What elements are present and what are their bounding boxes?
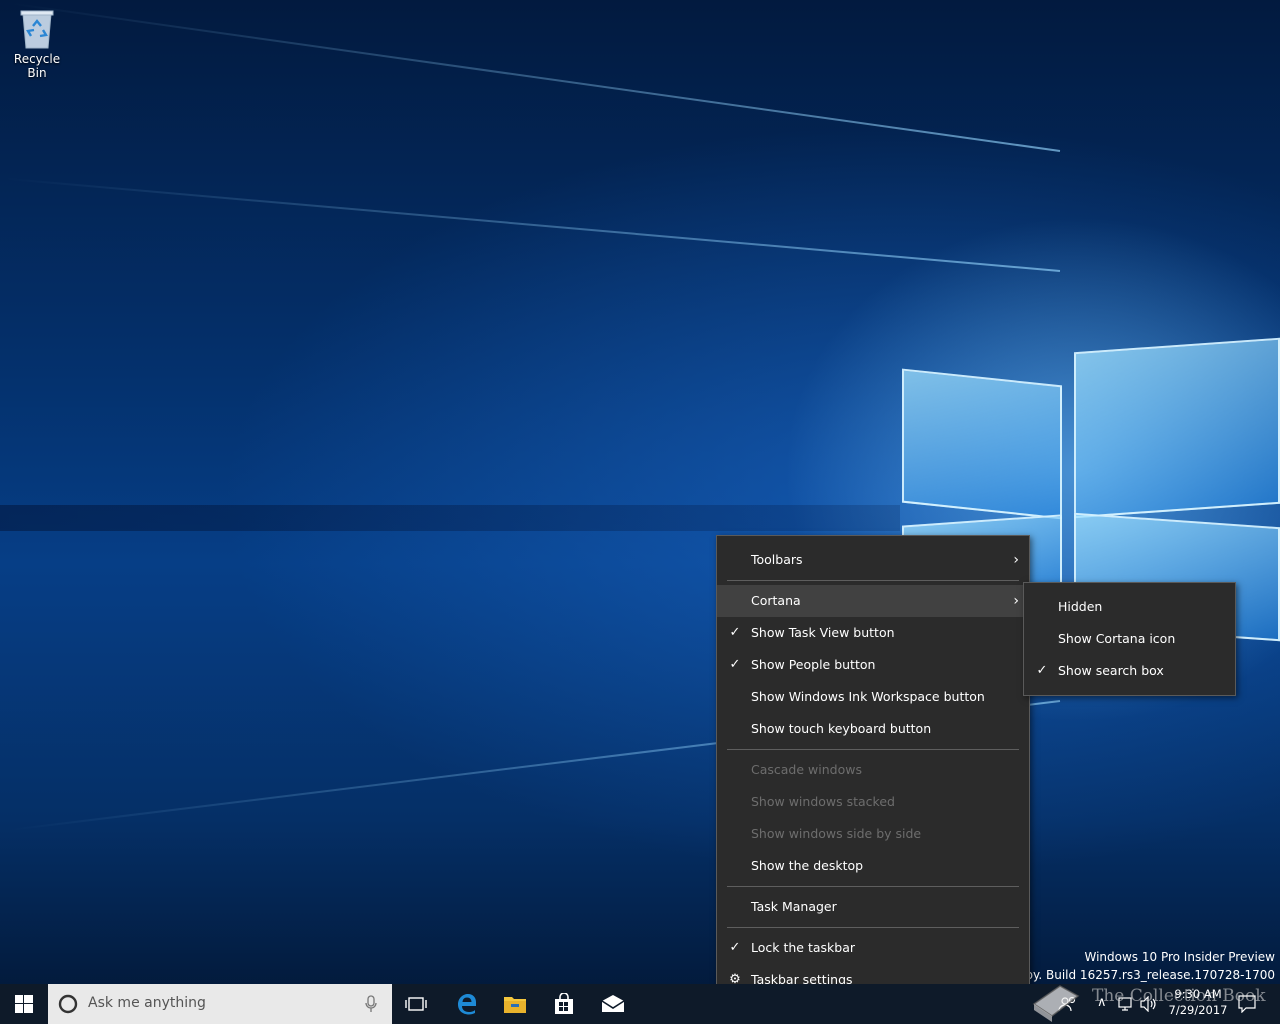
store-bag-icon: [555, 993, 573, 1014]
start-button[interactable]: [0, 984, 48, 1024]
checkmark-icon: ✓: [729, 625, 741, 640]
menu-item-label: Show touch keyboard button: [751, 721, 932, 736]
menu-item-show-ink-workspace-button[interactable]: Show Windows Ink Workspace button: [717, 681, 1029, 713]
cortana-icon: [58, 994, 78, 1014]
submenu-item-label: Show search box: [1058, 663, 1164, 678]
menu-item-label: Show Windows Ink Workspace button: [751, 689, 985, 704]
checkmark-icon: ✓: [729, 940, 741, 955]
taskbar-clock[interactable]: 9:30 AM 7/29/2017: [1160, 986, 1236, 1018]
task-view-icon: [405, 997, 427, 1011]
recycle-bin-icon: [19, 8, 55, 49]
menu-item-label: Show windows side by side: [751, 826, 922, 841]
checkmark-icon: ✓: [729, 657, 741, 672]
folder-icon: [504, 997, 526, 1013]
mail-button[interactable]: [589, 984, 637, 1024]
build-watermark-line1: Windows 10 Pro Insider Preview: [1084, 950, 1275, 964]
menu-separator: [727, 580, 1019, 581]
clock-date: 7/29/2017: [1168, 1003, 1228, 1017]
submenu-item-show-search-box[interactable]: ✓ Show search box: [1024, 655, 1235, 687]
menu-separator: [727, 927, 1019, 928]
cortana-submenu: Hidden Show Cortana icon ✓ Show search b…: [1023, 582, 1236, 696]
menu-item-label: Show People button: [751, 657, 876, 672]
menu-item-show-windows-side-by-side: Show windows side by side: [717, 818, 1029, 850]
chevron-right-icon: ›: [1013, 552, 1019, 568]
menu-item-lock-the-taskbar[interactable]: ✓ Lock the taskbar: [717, 932, 1029, 964]
menu-item-show-the-desktop[interactable]: Show the desktop: [717, 850, 1029, 882]
menu-item-show-task-view-button[interactable]: ✓ Show Task View button: [717, 617, 1029, 649]
menu-separator: [727, 749, 1019, 750]
task-view-button[interactable]: [392, 984, 440, 1024]
menu-item-label: Cortana: [751, 593, 801, 608]
submenu-item-label: Show Cortana icon: [1058, 631, 1176, 646]
menu-item-task-manager[interactable]: Task Manager: [717, 891, 1029, 923]
search-box[interactable]: Ask me anything: [48, 984, 392, 1024]
chevron-right-icon: ›: [1013, 593, 1019, 609]
submenu-item-hidden[interactable]: Hidden: [1024, 591, 1235, 623]
menu-item-label: Cascade windows: [751, 762, 862, 777]
menu-item-label: Lock the taskbar: [751, 940, 856, 955]
store-button[interactable]: [540, 984, 588, 1024]
clock-time: 9:30 AM: [1174, 987, 1222, 1001]
menu-item-cortana[interactable]: Cortana ›: [717, 585, 1029, 617]
search-placeholder: Ask me anything: [88, 995, 206, 1011]
file-explorer-button[interactable]: [491, 984, 539, 1024]
menu-item-show-people-button[interactable]: ✓ Show People button: [717, 649, 1029, 681]
checkmark-icon: ✓: [1036, 663, 1048, 678]
microphone-icon[interactable]: [365, 995, 377, 1013]
menu-item-label: Show Task View button: [751, 625, 895, 640]
submenu-item-label: Hidden: [1058, 599, 1103, 614]
taskbar-context-menu: Toolbars › Cortana › ✓ Show Task View bu…: [716, 535, 1030, 1005]
menu-item-cascade-windows: Cascade windows: [717, 754, 1029, 786]
submenu-item-show-cortana-icon[interactable]: Show Cortana icon: [1024, 623, 1235, 655]
menu-item-label: Show windows stacked: [751, 794, 895, 809]
menu-item-label: Show the desktop: [751, 858, 864, 873]
mail-envelope-icon: [601, 995, 625, 1012]
menu-item-label: Task Manager: [751, 899, 837, 914]
edge-button[interactable]: [443, 984, 491, 1024]
menu-item-show-windows-stacked: Show windows stacked: [717, 786, 1029, 818]
recycle-bin-label: Recycle Bin: [13, 52, 61, 80]
windows-logo-icon: [15, 995, 33, 1013]
menu-separator: [727, 886, 1019, 887]
menu-item-show-touch-keyboard-button[interactable]: Show touch keyboard button: [717, 713, 1029, 745]
recycle-bin-shortcut[interactable]: Recycle Bin: [4, 8, 70, 80]
menu-item-toolbars[interactable]: Toolbars ›: [717, 544, 1029, 576]
book-logo-icon: [1032, 985, 1080, 1022]
menu-item-label: Toolbars: [751, 552, 803, 567]
taskbar: Ask me anything ∧: [0, 984, 1280, 1024]
edge-browser-icon: [458, 994, 476, 1015]
